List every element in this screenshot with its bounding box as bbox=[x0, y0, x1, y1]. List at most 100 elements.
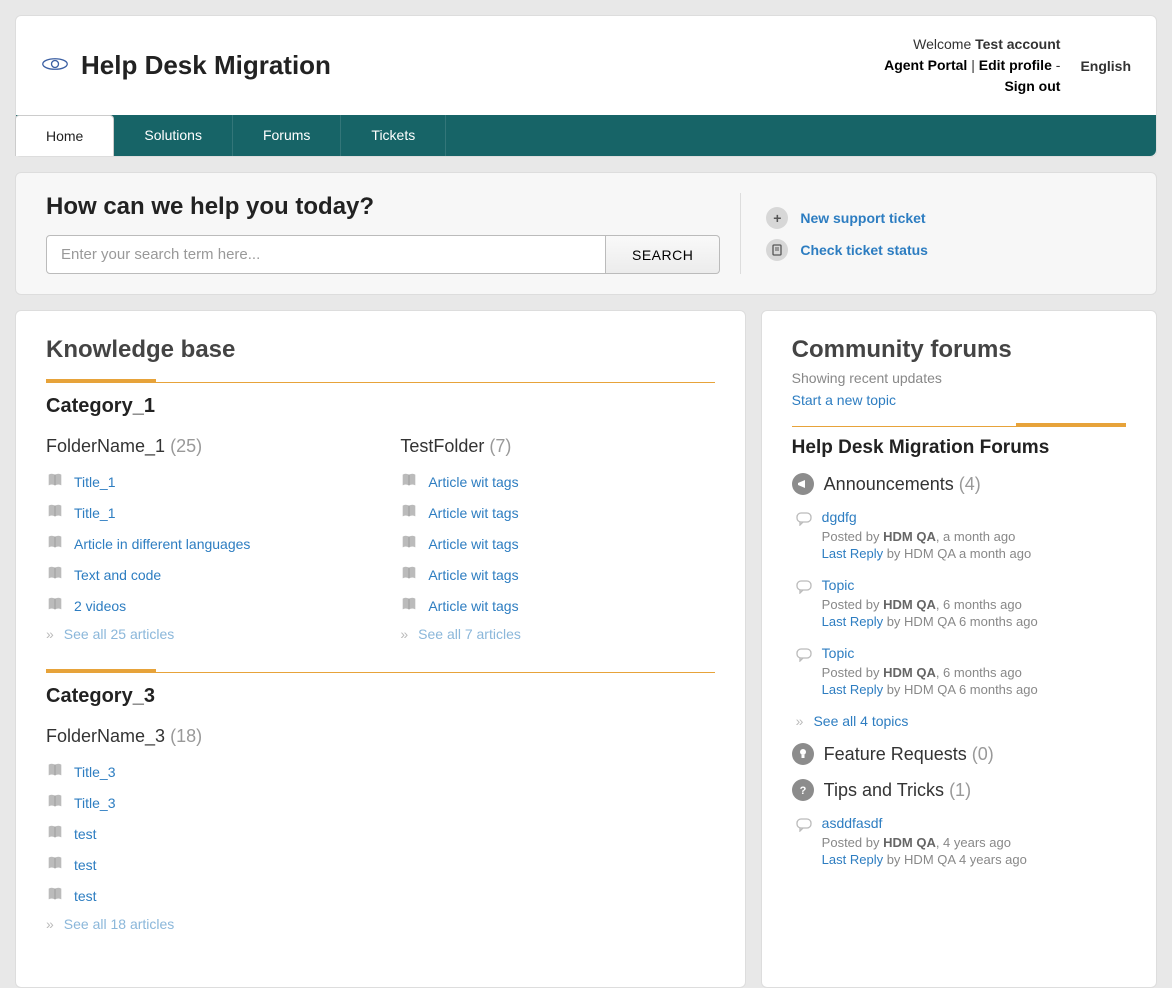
topic-posted: Posted by HDM QA, a month ago bbox=[822, 529, 1126, 544]
chevron-right-icon: » bbox=[400, 626, 408, 642]
article-link[interactable]: Title_3 bbox=[74, 795, 116, 811]
article-item[interactable]: Article wit tags bbox=[400, 502, 714, 523]
sign-out-link[interactable]: Sign out bbox=[1004, 78, 1060, 94]
article-link[interactable]: Title_3 bbox=[74, 764, 116, 780]
topic-last-reply: Last Reply by HDM QA 4 years ago bbox=[822, 852, 1126, 867]
topic-posted: Posted by HDM QA, 6 months ago bbox=[822, 597, 1126, 612]
article-item[interactable]: Text and code bbox=[46, 564, 360, 585]
forum-topic: asddfasdf Posted by HDM QA, 4 years ago La… bbox=[792, 815, 1126, 869]
book-icon bbox=[400, 564, 418, 585]
search-button[interactable]: SEARCH bbox=[606, 235, 720, 274]
forum-topic: Topic Posted by HDM QA, 6 months ago Last … bbox=[792, 577, 1126, 631]
article-item[interactable]: Article wit tags bbox=[400, 471, 714, 492]
article-link[interactable]: Title_1 bbox=[74, 505, 116, 521]
article-item[interactable]: 2 videos bbox=[46, 595, 360, 616]
nav-home[interactable]: Home bbox=[15, 115, 114, 156]
forum-section-header[interactable]: ?Tips and Tricks (1) bbox=[792, 779, 1126, 801]
topic-title-link[interactable]: dgdfg bbox=[822, 509, 1126, 525]
folder: FolderName_1 (25) Title_1 Title_1 Article i… bbox=[46, 436, 360, 642]
welcome-block: Welcome Test account Agent Portal | Edit… bbox=[884, 34, 1060, 97]
category-name: Category_3 bbox=[46, 685, 715, 708]
book-icon bbox=[400, 471, 418, 492]
account-name: Test account bbox=[975, 36, 1060, 52]
community-subtitle: Showing recent updates bbox=[792, 370, 1126, 386]
community-title: Community forums bbox=[792, 336, 1126, 364]
forum-section-header[interactable]: Feature Requests (0) bbox=[792, 743, 1126, 765]
article-link[interactable]: Article wit tags bbox=[428, 505, 518, 521]
forum-topic: Topic Posted by HDM QA, 6 months ago Last … bbox=[792, 645, 1126, 699]
chat-icon bbox=[796, 815, 812, 835]
article-link[interactable]: Article in different languages bbox=[74, 536, 250, 552]
book-icon bbox=[46, 792, 64, 813]
forum-name: Help Desk Migration Forums bbox=[792, 437, 1126, 459]
topic-title-link[interactable]: Topic bbox=[822, 577, 1126, 593]
article-item[interactable]: Title_3 bbox=[46, 792, 715, 813]
topic-posted: Posted by HDM QA, 6 months ago bbox=[822, 665, 1126, 680]
article-item[interactable]: test bbox=[46, 854, 715, 875]
topic-posted: Posted by HDM QA, 4 years ago bbox=[822, 835, 1126, 850]
article-link[interactable]: test bbox=[74, 826, 97, 842]
topic-last-reply: Last Reply by HDM QA 6 months ago bbox=[822, 614, 1126, 629]
article-item[interactable]: Title_1 bbox=[46, 502, 360, 523]
folder-name[interactable]: FolderName_3 (18) bbox=[46, 726, 715, 747]
article-item[interactable]: Article wit tags bbox=[400, 595, 714, 616]
article-item[interactable]: test bbox=[46, 823, 715, 844]
article-item[interactable]: Article in different languages bbox=[46, 533, 360, 554]
chat-icon bbox=[796, 577, 812, 597]
last-reply-link[interactable]: Last Reply bbox=[822, 546, 883, 561]
article-link[interactable]: test bbox=[74, 857, 97, 873]
nav-solutions[interactable]: Solutions bbox=[114, 115, 233, 156]
forum-section-header[interactable]: Announcements (4) bbox=[792, 473, 1126, 495]
folder-name[interactable]: FolderName_1 (25) bbox=[46, 436, 360, 457]
article-link[interactable]: Title_1 bbox=[74, 474, 116, 490]
header-card: Help Desk Migration Welcome Test account… bbox=[15, 15, 1157, 157]
article-link[interactable]: Article wit tags bbox=[428, 567, 518, 583]
folder-name[interactable]: TestFolder (7) bbox=[400, 436, 714, 457]
language-selector[interactable]: English bbox=[1080, 58, 1131, 74]
see-all-articles[interactable]: »See all 18 articles bbox=[46, 916, 715, 932]
edit-profile-link[interactable]: Edit profile bbox=[979, 57, 1052, 73]
check-status-link[interactable]: Check ticket status bbox=[766, 239, 1126, 261]
category-block: Category_1FolderName_1 (25)Title_1Title_… bbox=[46, 382, 715, 642]
new-ticket-link[interactable]: + New support ticket bbox=[766, 207, 1126, 229]
see-all-articles[interactable]: »See all 7 articles bbox=[400, 626, 714, 642]
article-link[interactable]: Article wit tags bbox=[428, 474, 518, 490]
book-icon bbox=[400, 595, 418, 616]
article-item[interactable]: Title_3 bbox=[46, 761, 715, 782]
chevron-right-icon: » bbox=[46, 916, 54, 932]
last-reply-link[interactable]: Last Reply bbox=[822, 852, 883, 867]
search-card: How can we help you today? SEARCH + New … bbox=[15, 172, 1157, 295]
article-item[interactable]: test bbox=[46, 885, 715, 906]
article-item[interactable]: Article wit tags bbox=[400, 533, 714, 554]
start-topic-link[interactable]: Start a new topic bbox=[792, 392, 1126, 408]
topic-title-link[interactable]: asddfasdf bbox=[822, 815, 1126, 831]
last-reply-link[interactable]: Last Reply bbox=[822, 614, 883, 629]
article-link[interactable]: Article wit tags bbox=[428, 598, 518, 614]
agent-portal-link[interactable]: Agent Portal bbox=[884, 57, 967, 73]
main-nav: Home Solutions Forums Tickets bbox=[16, 115, 1156, 156]
topic-title-link[interactable]: Topic bbox=[822, 645, 1126, 661]
article-link[interactable]: 2 videos bbox=[74, 598, 126, 614]
nav-tickets[interactable]: Tickets bbox=[341, 115, 446, 156]
see-all-topics[interactable]: »See all 4 topics bbox=[796, 713, 1126, 729]
article-link[interactable]: test bbox=[74, 888, 97, 904]
chevron-right-icon: » bbox=[46, 626, 54, 642]
community-card: Community forums Showing recent updates … bbox=[761, 310, 1157, 988]
article-link[interactable]: Article wit tags bbox=[428, 536, 518, 552]
article-item[interactable]: Article wit tags bbox=[400, 564, 714, 585]
article-link[interactable]: Text and code bbox=[74, 567, 161, 583]
document-icon bbox=[766, 239, 788, 261]
plus-icon: + bbox=[766, 207, 788, 229]
book-icon bbox=[46, 854, 64, 875]
nav-forums[interactable]: Forums bbox=[233, 115, 341, 156]
logo-icon bbox=[41, 50, 69, 81]
brand-title: Help Desk Migration bbox=[81, 50, 331, 81]
see-all-articles[interactable]: »See all 25 articles bbox=[46, 626, 360, 642]
brand[interactable]: Help Desk Migration bbox=[41, 50, 331, 81]
kb-title: Knowledge base bbox=[46, 336, 715, 364]
last-reply-link[interactable]: Last Reply bbox=[822, 682, 883, 697]
article-item[interactable]: Title_1 bbox=[46, 471, 360, 492]
search-input[interactable] bbox=[46, 235, 606, 274]
chat-icon bbox=[796, 509, 812, 529]
forum-topic: dgdfg Posted by HDM QA, a month ago Last R… bbox=[792, 509, 1126, 563]
